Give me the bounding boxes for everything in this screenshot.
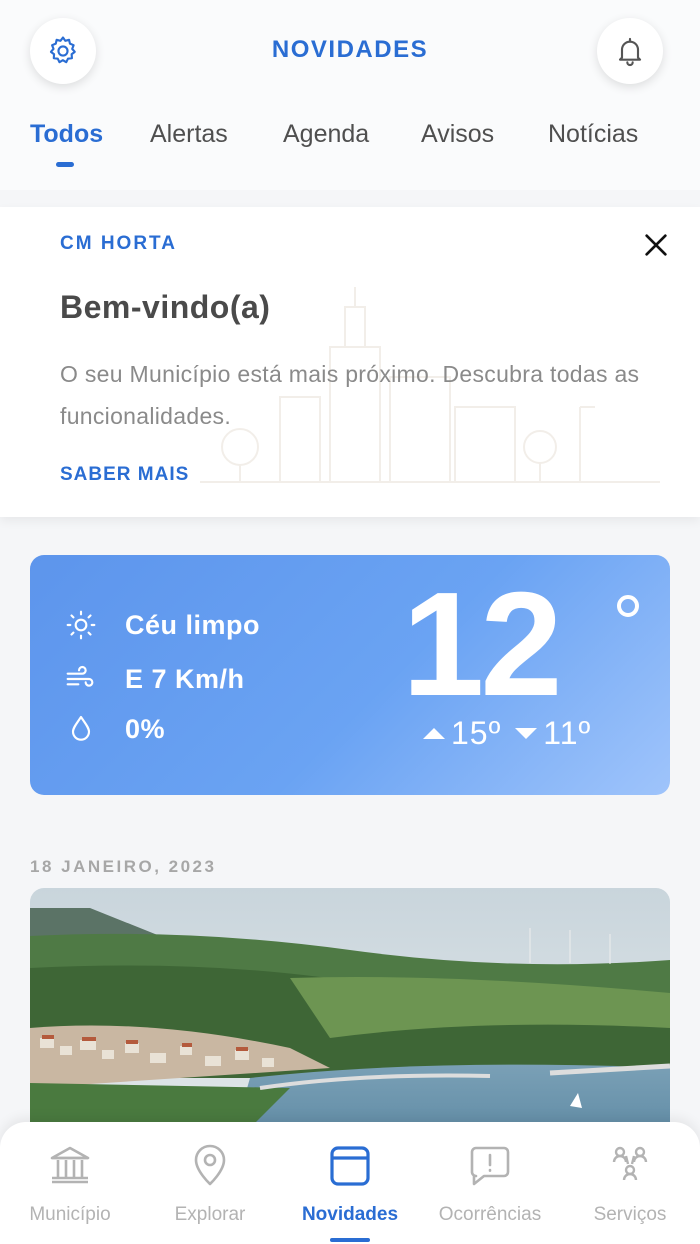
organization-label: CM HORTA <box>60 233 177 254</box>
news-image[interactable] <box>30 888 670 1148</box>
weather-precipitation: 0% <box>125 713 166 744</box>
wind-icon <box>66 665 94 687</box>
welcome-card: CM HORTA Bem-vindo(a) O seu Município es… <box>0 207 700 517</box>
weather-condition-row: Céu limpo <box>65 609 260 641</box>
max-temperature: 15º <box>451 715 502 751</box>
news-card-icon <box>330 1146 370 1186</box>
page-title: NOVIDADES <box>271 36 429 63</box>
nav-label: Novidades <box>301 1204 399 1225</box>
nav-ocorrencias[interactable]: Ocorrências <box>420 1122 560 1244</box>
bell-icon <box>618 37 642 66</box>
sun-icon <box>66 610 96 640</box>
nav-label: Município <box>29 1204 111 1225</box>
nav-novidades[interactable]: Novidades <box>280 1122 420 1244</box>
welcome-text: O seu Município está mais próximo. Descu… <box>60 361 640 429</box>
bank-icon <box>50 1146 90 1184</box>
degree-symbol <box>617 595 639 617</box>
min-temperature: 11º <box>543 715 592 751</box>
tab-alertas[interactable]: Alertas <box>150 120 228 149</box>
weather-card[interactable]: Céu limpo E 7 Km/h 0% 12 15º 11º <box>30 555 670 795</box>
nav-explorar[interactable]: Explorar <box>140 1122 280 1244</box>
people-icon <box>612 1146 648 1181</box>
nav-label: Ocorrências <box>438 1204 542 1225</box>
tab-bar: Todos Alertas Agenda Avisos Notícias <box>0 120 700 170</box>
max-arrow-icon <box>423 728 445 739</box>
bottom-navigation: Município Explorar Novidades Ocorrências… <box>0 1122 700 1244</box>
weather-wind: E 7 Km/h <box>125 663 245 694</box>
close-icon[interactable] <box>640 229 672 261</box>
weather-precip-row: 0% <box>65 713 165 745</box>
nav-municipio[interactable]: Município <box>0 1122 140 1244</box>
tab-todos[interactable]: Todos <box>30 120 103 149</box>
map-pin-icon <box>194 1144 226 1186</box>
temperature-range: 15º 11º <box>423 715 591 752</box>
active-tab-indicator <box>56 162 74 167</box>
nav-servicos[interactable]: Serviços <box>560 1122 700 1244</box>
nav-label: Serviços <box>593 1204 667 1225</box>
active-nav-indicator <box>330 1238 370 1242</box>
nav-label: Explorar <box>174 1204 246 1225</box>
welcome-title: Bem-vindo(a) <box>60 289 271 325</box>
tab-agenda[interactable]: Agenda <box>283 120 369 149</box>
notifications-button[interactable] <box>597 18 663 84</box>
tab-noticias[interactable]: Notícias <box>548 120 638 149</box>
header: NOVIDADES Todos Alertas Agenda Avisos No… <box>0 0 700 190</box>
min-arrow-icon <box>515 728 538 739</box>
current-temperature: 12 <box>402 562 563 727</box>
drop-icon <box>71 715 91 741</box>
news-date: 18 JANEIRO, 2023 <box>30 857 217 876</box>
learn-more-link[interactable]: SABER MAIS <box>60 464 189 486</box>
weather-condition: Céu limpo <box>125 609 261 640</box>
landscape-photo <box>30 888 670 1148</box>
tab-avisos[interactable]: Avisos <box>421 120 494 149</box>
weather-wind-row: E 7 Km/h <box>65 663 245 695</box>
alert-chat-icon <box>470 1146 510 1186</box>
